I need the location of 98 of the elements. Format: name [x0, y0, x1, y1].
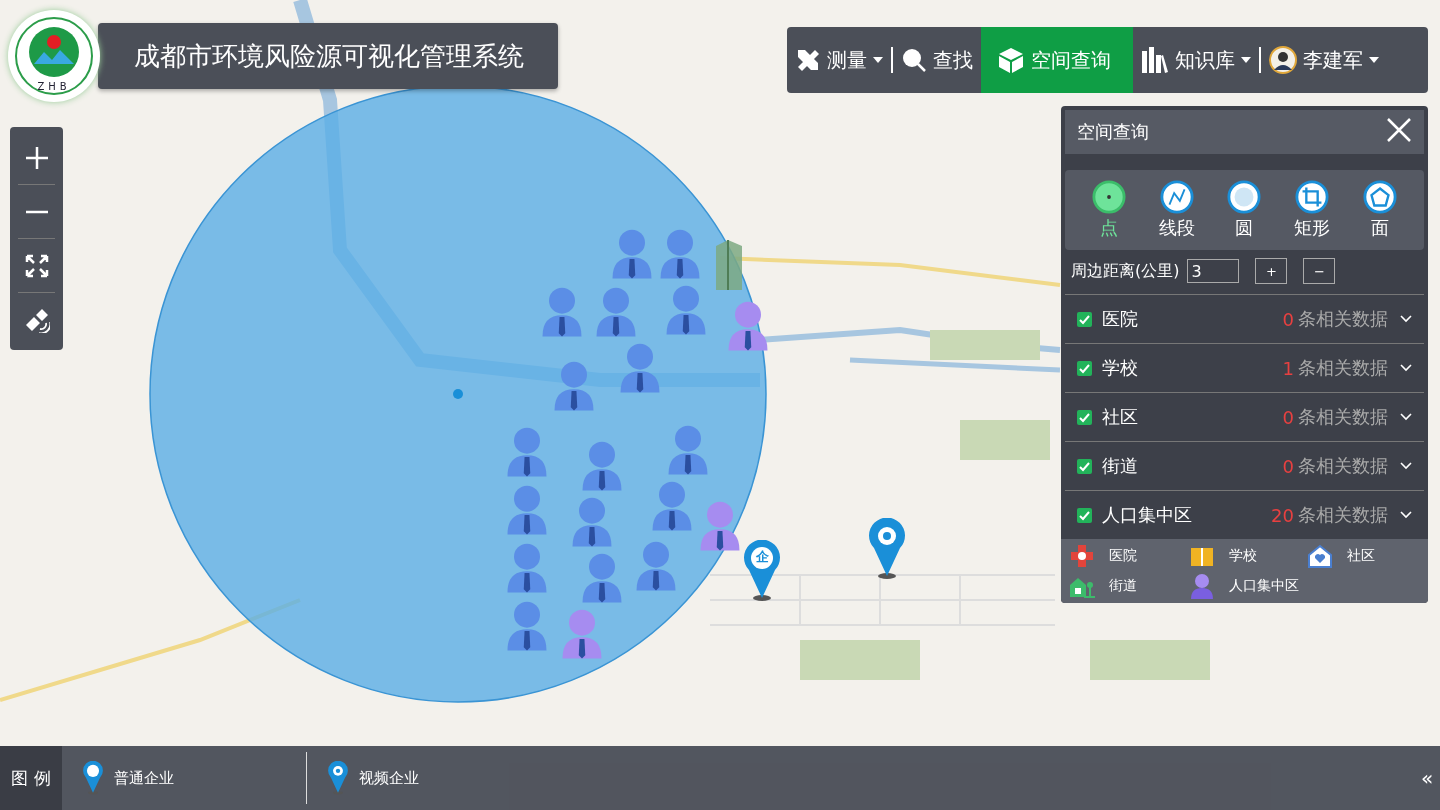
person-marker[interactable]	[618, 342, 662, 394]
chevron-down-icon[interactable]	[1400, 364, 1412, 372]
legend-label: 视频企业	[359, 768, 419, 788]
checkbox[interactable]	[1077, 311, 1092, 327]
camera-pin-icon[interactable]	[867, 518, 907, 580]
caret-icon	[873, 56, 883, 64]
person-marker[interactable]	[726, 300, 770, 352]
person-marker[interactable]	[570, 496, 614, 548]
draw-tool-button[interactable]: 矩形	[1278, 180, 1347, 240]
chevron-down-icon[interactable]	[1400, 511, 1412, 519]
person-marker[interactable]	[664, 284, 708, 336]
caret-icon	[1369, 56, 1379, 64]
increase-button[interactable]: +	[1255, 258, 1288, 284]
result-suffix: 条相关数据	[1298, 454, 1388, 478]
zoom-out-icon	[24, 209, 49, 214]
line-tool-icon	[1159, 180, 1194, 214]
person-marker[interactable]	[580, 552, 624, 604]
person-icon	[1189, 573, 1215, 599]
panel-title: 空间查询	[1077, 120, 1149, 144]
rectangle-tool-icon	[1295, 180, 1330, 214]
checkbox[interactable]	[1077, 458, 1092, 474]
legend-label: 人口集中区	[1229, 577, 1299, 595]
category-label: 人口集中区	[1102, 503, 1193, 527]
caret-icon	[1241, 56, 1251, 64]
point-tool-icon	[1091, 180, 1126, 214]
person-marker[interactable]	[505, 426, 549, 478]
enterprise-pin-label: 企	[754, 548, 770, 566]
collapse-button[interactable]: «	[1414, 746, 1440, 810]
app-title: 成都市环境风险源可视化管理系统	[98, 23, 558, 89]
category-label: 学校	[1102, 356, 1139, 380]
legend-label: 街道	[1109, 577, 1137, 595]
person-marker[interactable]	[552, 360, 596, 412]
draw-tool-button[interactable]: 点	[1075, 180, 1143, 240]
result-count: 0	[1282, 406, 1294, 428]
circle-tool-icon	[1227, 180, 1262, 214]
house-heart-icon	[1307, 543, 1333, 569]
toolbar-button[interactable]: 知识库	[1133, 27, 1259, 93]
result-suffix: 条相关数据	[1298, 405, 1388, 429]
logo-text: ZHB	[36, 81, 72, 92]
person-marker[interactable]	[560, 608, 604, 660]
chevron-down-icon[interactable]	[1400, 315, 1412, 323]
checkbox[interactable]	[1077, 507, 1092, 523]
legend-label: 普通企业	[114, 768, 174, 788]
result-suffix: 条相关数据	[1298, 307, 1388, 331]
query-point	[453, 389, 463, 399]
chevron-down-icon[interactable]	[1400, 462, 1412, 470]
person-marker[interactable]	[666, 424, 710, 476]
result-count: 0	[1282, 308, 1294, 330]
legend-title: 图 例	[0, 746, 62, 810]
result-suffix: 条相关数据	[1298, 503, 1388, 527]
person-marker[interactable]	[610, 228, 654, 280]
distance-input[interactable]: 3	[1187, 259, 1240, 283]
person-marker[interactable]	[505, 600, 549, 652]
legend-label: 学校	[1229, 547, 1257, 565]
result-count: 1	[1282, 357, 1294, 379]
result-count: 20	[1271, 504, 1294, 526]
person-marker[interactable]	[505, 484, 549, 536]
cube-icon	[997, 46, 1025, 74]
result-suffix: 条相关数据	[1298, 356, 1388, 380]
distance-label: 周边距离(公里)	[1071, 260, 1180, 282]
close-icon	[1386, 117, 1412, 143]
person-marker[interactable]	[634, 540, 678, 592]
school-marker[interactable]	[714, 240, 744, 292]
person-marker[interactable]	[658, 228, 702, 280]
category-label: 街道	[1102, 454, 1139, 478]
result-count: 0	[1282, 455, 1294, 477]
legend-label: 医院	[1109, 547, 1137, 565]
hospital-icon	[1069, 543, 1095, 569]
polygon-tool-icon	[1363, 180, 1398, 214]
search-icon	[901, 47, 927, 73]
toolbar-button[interactable]: 空间查询	[981, 27, 1133, 93]
emblem-icon	[14, 16, 94, 96]
draw-tool-button[interactable]: 面	[1346, 180, 1414, 240]
chevron-down-icon[interactable]	[1400, 413, 1412, 421]
avatar-icon	[1269, 46, 1297, 74]
checkbox[interactable]	[1077, 360, 1092, 376]
person-marker[interactable]	[540, 286, 584, 338]
category-label: 医院	[1102, 307, 1139, 331]
person-marker[interactable]	[580, 440, 624, 492]
camera-pin-icon[interactable]	[327, 761, 349, 795]
fullscreen-icon	[23, 252, 50, 279]
category-label: 社区	[1102, 405, 1139, 429]
enterprise-pin-icon[interactable]	[742, 540, 782, 602]
person-marker[interactable]	[505, 542, 549, 594]
decrease-button[interactable]: −	[1303, 258, 1336, 284]
draw-tool-button[interactable]: 圆	[1210, 180, 1279, 240]
person-marker[interactable]	[650, 480, 694, 532]
books-icon	[1141, 47, 1169, 73]
toolbar-button[interactable]: 查找	[893, 27, 981, 93]
person-marker[interactable]	[698, 500, 742, 552]
draw-tool-button[interactable]: 线段	[1142, 180, 1211, 240]
zoom-in-icon	[23, 144, 50, 171]
toolbar-button[interactable]: 李建军	[1261, 27, 1387, 93]
enterprise-pin-icon[interactable]	[82, 761, 104, 795]
checkbox[interactable]	[1077, 409, 1092, 425]
person-marker[interactable]	[594, 286, 638, 338]
toolbar-button[interactable]: 测量	[787, 27, 891, 93]
legend-label: 社区	[1347, 547, 1375, 565]
